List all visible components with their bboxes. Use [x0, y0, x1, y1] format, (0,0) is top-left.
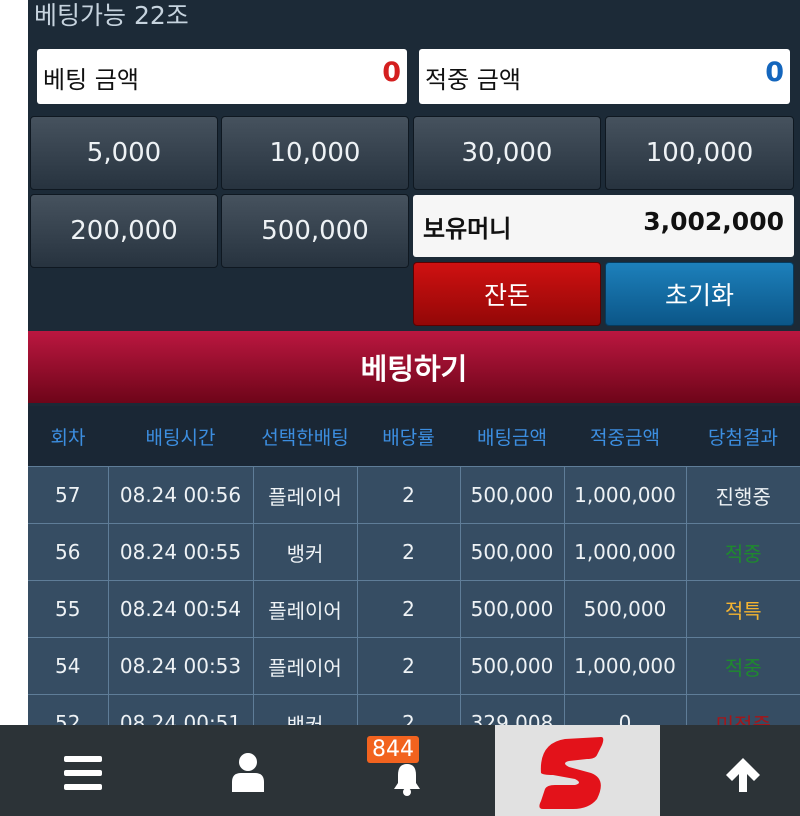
bottom-nav: 844	[0, 725, 800, 816]
menu-icon[interactable]	[64, 756, 102, 790]
bet-amount-cell: 500,000	[460, 637, 565, 695]
header-bet-amount: 배팅금액	[460, 406, 564, 467]
bet-amount-cell: 329,008	[460, 694, 565, 725]
balance-box: 보유머니 3,002,000	[413, 195, 794, 257]
header-odds: 배당률	[357, 406, 460, 467]
chip-500000-button[interactable]: 500,000	[221, 194, 409, 268]
betting-panel: 베팅가능 22조 베팅 금액 0 적중 금액 0 5,000 10,000 30…	[28, 0, 800, 725]
odds-cell: 2	[357, 523, 461, 581]
chip-200000-button[interactable]: 200,000	[30, 194, 218, 268]
chip-10000-button[interactable]: 10,000	[221, 116, 409, 190]
bell-icon[interactable]	[392, 761, 422, 797]
time-cell: 08.24 00:55	[108, 523, 254, 581]
header-result: 당첨결과	[686, 406, 800, 467]
win-amount-cell: 1,000,000	[564, 466, 687, 524]
round-cell: 54	[28, 637, 109, 695]
win-amount-box: 적중 금액 0	[419, 49, 790, 104]
balance-value: 3,002,000	[643, 207, 784, 236]
bet-amount-box: 베팅 금액 0	[37, 49, 407, 104]
selection-cell: 플레이어	[253, 466, 358, 524]
round-cell: 52	[28, 694, 109, 725]
header-bet-time: 배팅시간	[108, 406, 253, 467]
bet-amount-cell: 500,000	[460, 466, 565, 524]
result-cell: 적중	[686, 523, 800, 581]
bet-amount-cell: 500,000	[460, 580, 565, 638]
selection-cell: 플레이어	[253, 637, 358, 695]
page-title: 베팅가능 22조	[34, 1, 189, 30]
chip-5000-button[interactable]: 5,000	[30, 116, 218, 190]
reset-button[interactable]: 초기화	[605, 262, 794, 326]
selection-cell: 뱅커	[253, 523, 358, 581]
time-cell: 08.24 00:53	[108, 637, 254, 695]
result-cell: 적중	[686, 637, 800, 695]
notification-badge: 844	[367, 736, 419, 763]
time-cell: 08.24 00:51	[108, 694, 254, 725]
header-selection: 선택한배팅	[253, 406, 357, 467]
table-row: 54 08.24 00:53 플레이어 2 500,000 1,000,000 …	[28, 637, 800, 695]
logo-s-icon	[539, 737, 604, 809]
round-cell: 55	[28, 580, 109, 638]
selection-cell: 뱅커	[253, 694, 358, 725]
round-cell: 56	[28, 523, 109, 581]
win-amount-cell: 500,000	[564, 580, 687, 638]
win-amount-cell: 0	[564, 694, 687, 725]
win-amount-value: 0	[765, 57, 784, 88]
table-row: 56 08.24 00:55 뱅커 2 500,000 1,000,000 적중	[28, 523, 800, 581]
bet-amount-label: 베팅 금액	[43, 66, 139, 94]
selection-cell: 플레이어	[253, 580, 358, 638]
odds-cell: 2	[357, 466, 461, 524]
result-cell: 미적중	[686, 694, 800, 725]
bet-amount-value: 0	[382, 57, 401, 88]
chip-100000-button[interactable]: 100,000	[605, 116, 794, 190]
change-button[interactable]: 잔돈	[413, 262, 601, 326]
user-icon[interactable]	[231, 752, 265, 792]
table-row: 52 08.24 00:51 뱅커 2 329,008 0 미적중	[28, 694, 800, 725]
odds-cell: 2	[357, 694, 461, 725]
time-cell: 08.24 00:54	[108, 580, 254, 638]
site-logo[interactable]	[495, 725, 660, 816]
round-cell: 57	[28, 466, 109, 524]
bet-amount-cell: 500,000	[460, 523, 565, 581]
odds-cell: 2	[357, 580, 461, 638]
arrow-up-icon[interactable]	[724, 756, 762, 794]
odds-cell: 2	[357, 637, 461, 695]
header-round: 회차	[28, 406, 108, 467]
time-cell: 08.24 00:56	[108, 466, 254, 524]
win-amount-label: 적중 금액	[425, 66, 521, 94]
chip-30000-button[interactable]: 30,000	[413, 116, 601, 190]
table-row: 55 08.24 00:54 플레이어 2 500,000 500,000 적특	[28, 580, 800, 638]
balance-label: 보유머니	[423, 215, 512, 243]
table-header-row: 회차 배팅시간 선택한배팅 배당률 배팅금액 적중금액 당첨결과	[28, 406, 800, 467]
bet-history-table: 회차 배팅시간 선택한배팅 배당률 배팅금액 적중금액 당첨결과 57 08.2…	[28, 406, 800, 725]
win-amount-cell: 1,000,000	[564, 523, 687, 581]
result-cell: 진행중	[686, 466, 800, 524]
result-cell: 적특	[686, 580, 800, 638]
header-win-amount: 적중금액	[564, 406, 686, 467]
place-bet-button[interactable]: 베팅하기	[28, 331, 800, 403]
table-row: 57 08.24 00:56 플레이어 2 500,000 1,000,000 …	[28, 466, 800, 524]
win-amount-cell: 1,000,000	[564, 637, 687, 695]
